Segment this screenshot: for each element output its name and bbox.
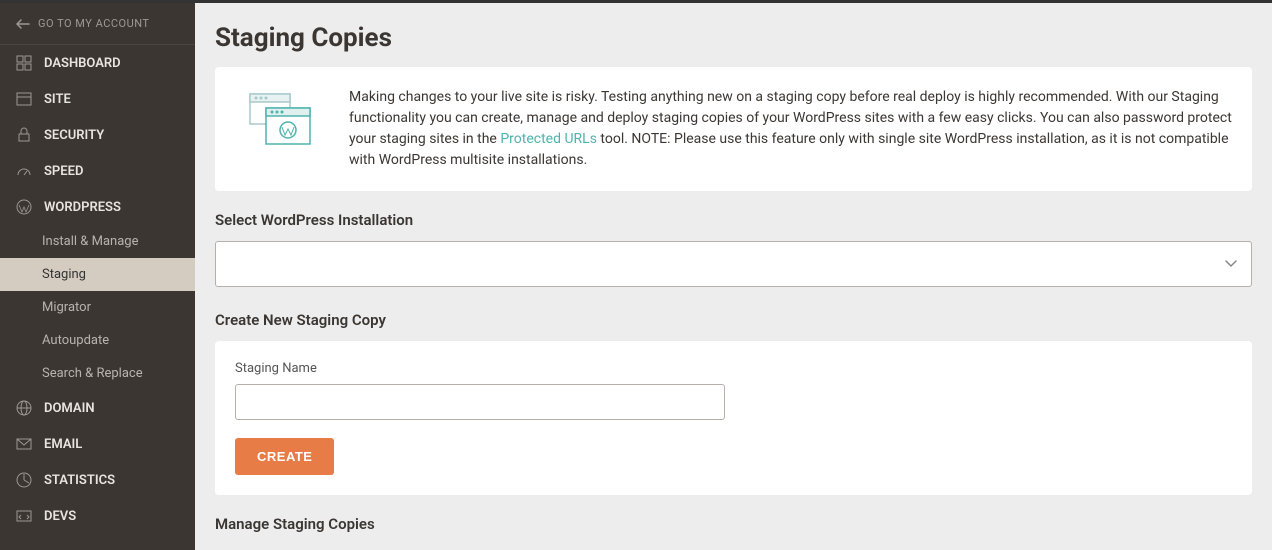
nav-security[interactable]: SECURITY (0, 117, 195, 153)
nav-statistics-label: STATISTICS (44, 473, 115, 488)
manage-tabs: STAGING COPIES BACKUP (215, 545, 1252, 550)
site-icon (16, 91, 32, 107)
nav-wordpress-label: WORDPRESS (44, 200, 121, 215)
back-link-label: GO TO MY ACCOUNT (38, 17, 149, 30)
wordpress-icon (16, 199, 32, 215)
dashboard-icon (16, 55, 32, 71)
sub-search-replace[interactable]: Search & Replace (0, 357, 195, 390)
back-to-account-link[interactable]: GO TO MY ACCOUNT (0, 3, 195, 45)
nav-wordpress[interactable]: WORDPRESS (0, 189, 195, 225)
create-button[interactable]: CREATE (235, 438, 334, 475)
main-content: Staging Copies Making changes to your li… (195, 3, 1272, 550)
nav-statistics[interactable]: STATISTICS (0, 462, 195, 498)
tab-backup[interactable]: BACKUP (375, 545, 429, 550)
arrow-left-icon (16, 19, 30, 29)
stats-icon (16, 472, 32, 488)
create-staging-label: Create New Staging Copy (215, 311, 1252, 329)
nav-dashboard-label: DASHBOARD (44, 56, 121, 71)
sub-staging[interactable]: Staging (0, 258, 195, 291)
nav-domain[interactable]: DOMAIN (0, 390, 195, 426)
create-staging-section: Create New Staging Copy Staging Name CRE… (215, 311, 1252, 495)
lock-icon (16, 127, 32, 143)
protected-urls-link[interactable]: Protected URLs (500, 131, 597, 147)
tab-staging-copies[interactable]: STAGING COPIES (233, 545, 343, 550)
sub-migrator[interactable]: Migrator (0, 291, 195, 324)
manage-staging-section: Manage Staging Copies STAGING COPIES BAC… (215, 515, 1252, 550)
mail-icon (16, 436, 32, 452)
wordpress-install-select[interactable] (215, 241, 1252, 287)
nav-devs-label: DEVS (44, 509, 76, 524)
sub-install-manage[interactable]: Install & Manage (0, 225, 195, 258)
nav-domain-label: DOMAIN (44, 401, 95, 416)
nav-dashboard[interactable]: DASHBOARD (0, 45, 195, 81)
create-staging-card: Staging Name CREATE (215, 341, 1252, 495)
intro-card: Making changes to your live site is risk… (215, 67, 1252, 191)
select-install-section: Select WordPress Installation (215, 211, 1252, 287)
chevron-down-icon (1225, 260, 1237, 268)
intro-text: Making changes to your live site is risk… (349, 87, 1232, 171)
nav-speed-label: SPEED (44, 164, 83, 179)
globe-icon (16, 400, 32, 416)
nav-security-label: SECURITY (44, 128, 104, 143)
staging-name-label: Staging Name (235, 361, 1232, 376)
speed-icon (16, 163, 32, 179)
staging-name-input[interactable] (235, 384, 725, 420)
sidebar: GO TO MY ACCOUNT DASHBOARD SITE SECURITY… (0, 3, 195, 550)
select-install-label: Select WordPress Installation (215, 211, 1252, 229)
nav-devs[interactable]: DEVS (0, 498, 195, 534)
page-title: Staging Copies (215, 23, 1252, 53)
nav-email[interactable]: EMAIL (0, 426, 195, 462)
nav-site[interactable]: SITE (0, 81, 195, 117)
nav-speed[interactable]: SPEED (0, 153, 195, 189)
devs-icon (16, 508, 32, 524)
nav-email-label: EMAIL (44, 437, 82, 452)
staging-illustration (235, 87, 325, 146)
nav-site-label: SITE (44, 92, 71, 107)
sub-autoupdate[interactable]: Autoupdate (0, 324, 195, 357)
manage-staging-label: Manage Staging Copies (215, 515, 1252, 533)
